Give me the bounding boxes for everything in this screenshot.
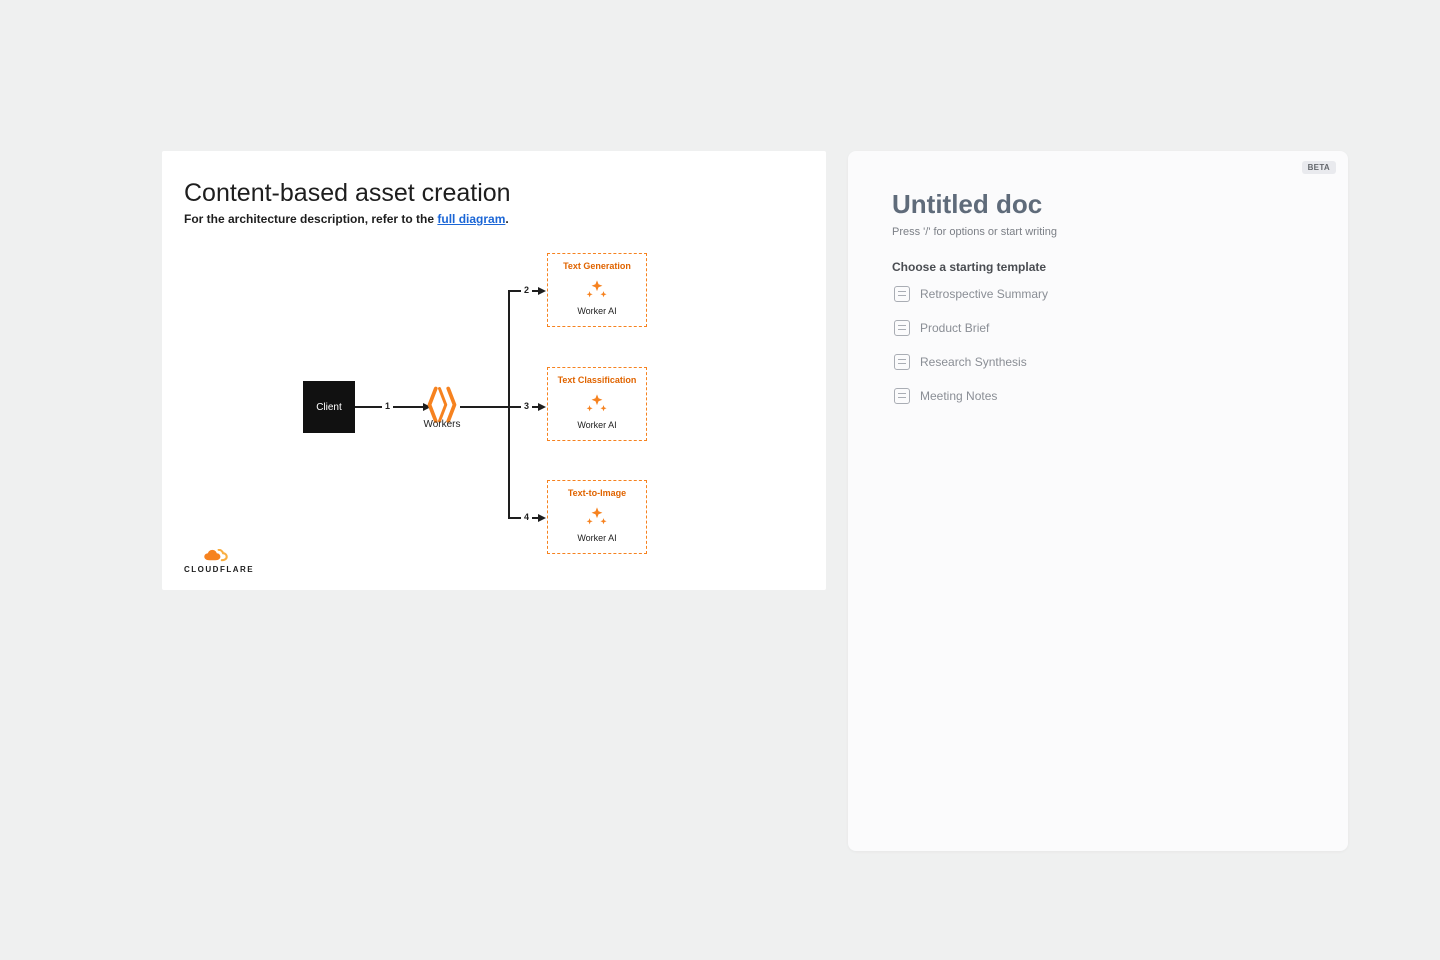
edge-number-1: 1: [382, 401, 393, 411]
sparkle-icon: [584, 503, 610, 529]
worker-ai-label: Worker AI: [577, 306, 616, 316]
worker-ai-label: Worker AI: [577, 533, 616, 543]
template-label: Product Brief: [920, 321, 989, 335]
worker-ai-title: Text Classification: [558, 376, 637, 386]
edge-trunk: [460, 406, 509, 408]
cloudflare-wordmark: CLOUDFLARE: [184, 565, 254, 574]
diagram-subtitle-suffix: .: [505, 212, 508, 226]
template-label: Research Synthesis: [920, 355, 1027, 369]
workers-label: Workers: [412, 419, 472, 430]
edge-number-4: 4: [521, 512, 532, 522]
document-icon: [894, 320, 910, 336]
edge-fan-vertical: [508, 290, 510, 518]
full-diagram-link[interactable]: full diagram: [437, 212, 505, 226]
arrow-icon: [538, 287, 546, 295]
client-node: Client: [303, 381, 355, 433]
workers-icon: [427, 386, 457, 424]
worker-ai-title: Text Generation: [563, 262, 631, 272]
template-item-research-synthesis[interactable]: Research Synthesis: [892, 352, 1304, 372]
doc-title[interactable]: Untitled doc: [892, 189, 1304, 220]
edge-number-3: 3: [521, 401, 532, 411]
diagram-title: Content-based asset creation: [184, 179, 804, 208]
document-icon: [894, 286, 910, 302]
diagram-subtitle-prefix: For the architecture description, refer …: [184, 212, 437, 226]
beta-badge: BETA: [1302, 161, 1336, 174]
architecture-diagram-card: Content-based asset creation For the arc…: [162, 151, 826, 590]
templates-heading: Choose a starting template: [892, 260, 1304, 274]
sparkle-icon: [584, 276, 610, 302]
doc-hint: Press '/' for options or start writing: [892, 226, 1304, 238]
edge-number-2: 2: [521, 285, 532, 295]
worker-ai-text-classification: Text Classification Worker AI: [547, 367, 647, 441]
template-list: Retrospective Summary Product Brief Rese…: [892, 284, 1304, 406]
diagram-subtitle: For the architecture description, refer …: [184, 212, 804, 226]
arrow-icon: [538, 514, 546, 522]
worker-ai-text-to-image: Text-to-Image Worker AI: [547, 480, 647, 554]
diagram-stage: Client 1 Workers 2 3 4: [184, 240, 804, 570]
document-icon: [894, 388, 910, 404]
template-item-retrospective-summary[interactable]: Retrospective Summary: [892, 284, 1304, 304]
worker-ai-label: Worker AI: [577, 420, 616, 430]
template-label: Meeting Notes: [920, 389, 997, 403]
document-icon: [894, 354, 910, 370]
worker-ai-text-generation: Text Generation Worker AI: [547, 253, 647, 327]
cloudflare-logo: CLOUDFLARE: [184, 549, 254, 574]
worker-ai-title: Text-to-Image: [568, 489, 626, 499]
template-item-product-brief[interactable]: Product Brief: [892, 318, 1304, 338]
arrow-icon: [538, 403, 546, 411]
doc-panel: BETA Untitled doc Press '/' for options …: [848, 151, 1348, 851]
template-label: Retrospective Summary: [920, 287, 1048, 301]
template-item-meeting-notes[interactable]: Meeting Notes: [892, 386, 1304, 406]
sparkle-icon: [584, 390, 610, 416]
cloudflare-cloud-icon: [202, 549, 236, 563]
